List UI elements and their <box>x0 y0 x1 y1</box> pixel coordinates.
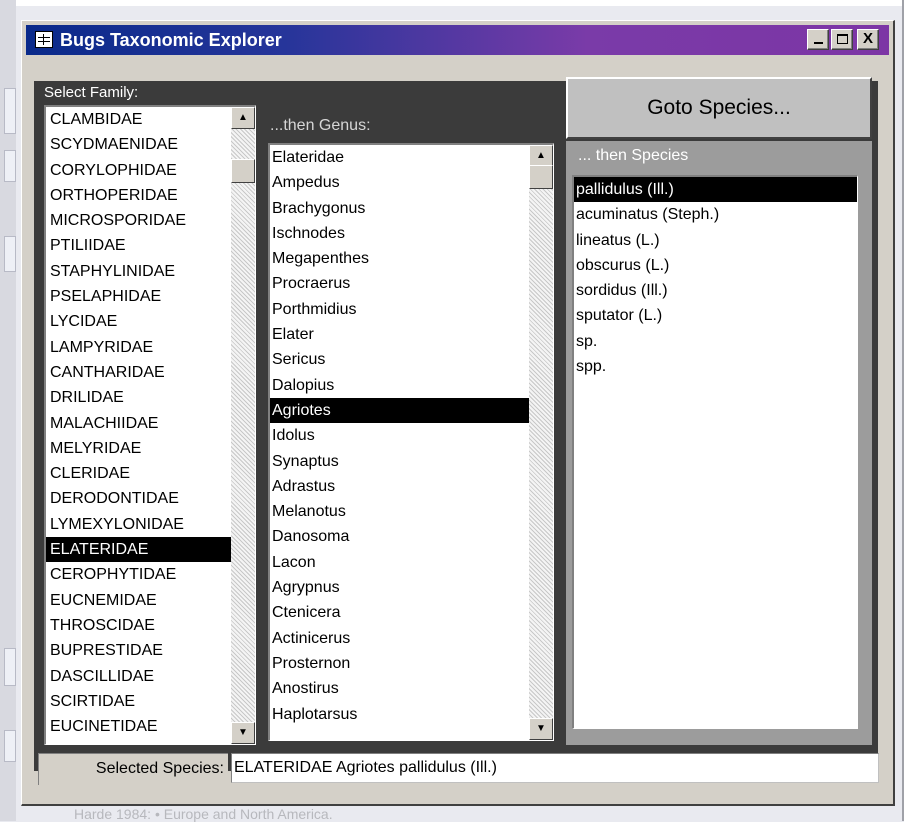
family-list-item[interactable]: PSELAPHIDAE <box>46 284 255 309</box>
background-field <box>4 648 16 686</box>
close-icon: X <box>862 30 873 47</box>
minimize-icon <box>813 42 823 44</box>
triangle-down-icon[interactable]: ▼ <box>231 722 255 744</box>
genus-list-item[interactable]: Melanotus <box>270 499 553 524</box>
species-list-item[interactable]: acuminatus (Steph.) <box>574 202 857 227</box>
family-list-item[interactable]: LYMEXYLONIDAE <box>46 512 255 537</box>
genus-list-item[interactable]: Prosternon <box>270 651 553 676</box>
minimize-button[interactable] <box>807 29 829 50</box>
family-list-item[interactable]: BUPRESTIDAE <box>46 638 255 663</box>
genus-list-item[interactable]: Brachygonus <box>270 196 553 221</box>
family-list-item[interactable]: STAPHYLINIDAE <box>46 259 255 284</box>
family-list-item[interactable]: ELATERIDAE <box>46 537 255 563</box>
family-scrollbar[interactable]: ▲ ▼ <box>231 107 255 744</box>
species-list-item[interactable]: pallidulus (Ill.) <box>574 177 857 203</box>
family-list-item[interactable]: DERODONTIDAE <box>46 486 255 511</box>
genus-list-item[interactable]: Elater <box>270 322 553 347</box>
genus-list-item[interactable]: Haplotarsus <box>270 702 553 727</box>
family-list-item[interactable]: PTILIIDAE <box>46 233 255 258</box>
genus-items: Elateridae Ampedus Brachygonus Ischnodes Meg… <box>270 145 553 727</box>
family-list[interactable]: CLAMBIDAE SCYDMAENIDAE CORYLOPHIDAE ORTHOPE… <box>44 105 256 745</box>
species-list-item[interactable]: spp. <box>574 354 857 379</box>
species-list-item[interactable]: lineatus (L.) <box>574 228 857 253</box>
triangle-down-icon[interactable]: ▼ <box>529 718 553 740</box>
background-text: Harde 1984: • Europe and North America. <box>74 806 333 822</box>
family-list-item[interactable]: THROSCIDAE <box>46 613 255 638</box>
family-list-item[interactable]: MELYRIDAE <box>46 436 255 461</box>
genus-list-item[interactable]: Agrypnus <box>270 575 553 600</box>
family-items: CLAMBIDAE SCYDMAENIDAE CORYLOPHIDAE ORTHOPE… <box>46 107 255 739</box>
genus-list-item[interactable]: Actinicerus <box>270 626 553 651</box>
family-list-item[interactable]: MALACHIIDAE <box>46 411 255 436</box>
triangle-up-icon[interactable]: ▲ <box>231 107 255 129</box>
species-items: pallidulus (Ill.) acuminatus (Steph.) line… <box>574 177 857 379</box>
family-list-item[interactable]: DRILIDAE <box>46 385 255 410</box>
family-list-item[interactable]: EUCINETIDAE <box>46 714 255 739</box>
background-app-top <box>16 0 904 6</box>
maximize-icon <box>836 34 848 44</box>
genus-list-item[interactable]: Porthmidius <box>270 297 553 322</box>
species-list-item[interactable]: obscurus (L.) <box>574 253 857 278</box>
species-list-item[interactable]: sp. <box>574 329 857 354</box>
family-list-item[interactable]: LYCIDAE <box>46 309 255 334</box>
family-list-item[interactable]: ORTHOPERIDAE <box>46 183 255 208</box>
table-window-icon <box>35 31 53 48</box>
family-list-item[interactable]: SCYDMAENIDAE <box>46 132 255 157</box>
family-list-item[interactable]: CEROPHYTIDAE <box>46 562 255 587</box>
background-field <box>4 730 16 762</box>
species-list-item[interactable]: sordidus (Ill.) <box>574 278 857 303</box>
family-list-item[interactable]: CORYLOPHIDAE <box>46 158 255 183</box>
bugs-explorer-window: Bugs Taxonomic Explorer X Select Family:… <box>21 20 895 806</box>
maximize-button[interactable] <box>831 29 853 50</box>
species-label: ... then Species <box>578 147 689 164</box>
family-list-item[interactable]: EUCNEMIDAE <box>46 588 255 613</box>
genus-list-item[interactable]: Danosoma <box>270 524 553 549</box>
background-field <box>4 236 16 272</box>
genus-list-item[interactable]: Ischnodes <box>270 221 553 246</box>
genus-list-item[interactable]: Sericus <box>270 347 553 372</box>
window-title: Bugs Taxonomic Explorer <box>60 30 282 50</box>
background-app-edge <box>0 0 16 821</box>
genus-scrollbar[interactable]: ▲ ▼ <box>529 145 553 740</box>
genus-list-item[interactable]: Agriotes <box>270 397 553 424</box>
family-scroll-thumb[interactable] <box>231 159 255 183</box>
genus-list-item[interactable]: Ctenicera <box>270 600 553 625</box>
genus-list-item[interactable]: Procraerus <box>270 271 553 296</box>
species-panel: ... then Species pallidulus (Ill.) acumin… <box>566 141 872 745</box>
species-list-item[interactable]: sputator (L.) <box>574 303 857 328</box>
triangle-up-icon[interactable]: ▲ <box>529 145 553 167</box>
genus-list-item[interactable]: Megapenthes <box>270 246 553 271</box>
family-label: Select Family: <box>44 84 139 101</box>
genus-list-item[interactable]: Ampedus <box>270 170 553 195</box>
genus-label: ...then Genus: <box>270 117 371 134</box>
family-list-item[interactable]: CLERIDAE <box>46 461 255 486</box>
genus-list-item[interactable]: Anostirus <box>270 676 553 701</box>
family-list-item[interactable]: DASCILLIDAE <box>46 664 255 689</box>
background-field <box>4 88 16 134</box>
close-button[interactable]: X <box>857 29 879 50</box>
background-field <box>4 150 16 182</box>
genus-scroll-thumb[interactable] <box>529 165 553 189</box>
genus-list-item[interactable]: Synaptus <box>270 449 553 474</box>
genus-list-item[interactable]: Dalopius <box>270 373 553 398</box>
explorer-content: Select Family: CLAMBIDAE SCYDMAENIDAE CORY… <box>34 77 878 771</box>
selected-species-label: Selected Species: <box>38 753 228 785</box>
family-list-item[interactable]: MICROSPORIDAE <box>46 208 255 233</box>
family-list-item[interactable]: LAMPYRIDAE <box>46 335 255 360</box>
species-list[interactable]: pallidulus (Ill.) acuminatus (Steph.) line… <box>572 175 858 729</box>
family-list-item[interactable]: CLAMBIDAE <box>46 107 255 132</box>
genus-list-item[interactable]: Lacon <box>270 550 553 575</box>
goto-species-button[interactable]: Goto Species... <box>566 77 872 139</box>
genus-list-item[interactable]: Adrastus <box>270 474 553 499</box>
genus-list-item[interactable]: Elateridae <box>270 145 553 170</box>
title-bar[interactable]: Bugs Taxonomic Explorer X <box>26 25 889 55</box>
selected-species-field[interactable]: ELATERIDAE Agriotes pallidulus (Ill.) <box>231 753 879 783</box>
family-list-item[interactable]: SCIRTIDAE <box>46 689 255 714</box>
genus-list[interactable]: Elateridae Ampedus Brachygonus Ischnodes Meg… <box>268 143 554 741</box>
family-list-item[interactable]: CANTHARIDAE <box>46 360 255 385</box>
genus-list-item[interactable]: Idolus <box>270 423 553 448</box>
